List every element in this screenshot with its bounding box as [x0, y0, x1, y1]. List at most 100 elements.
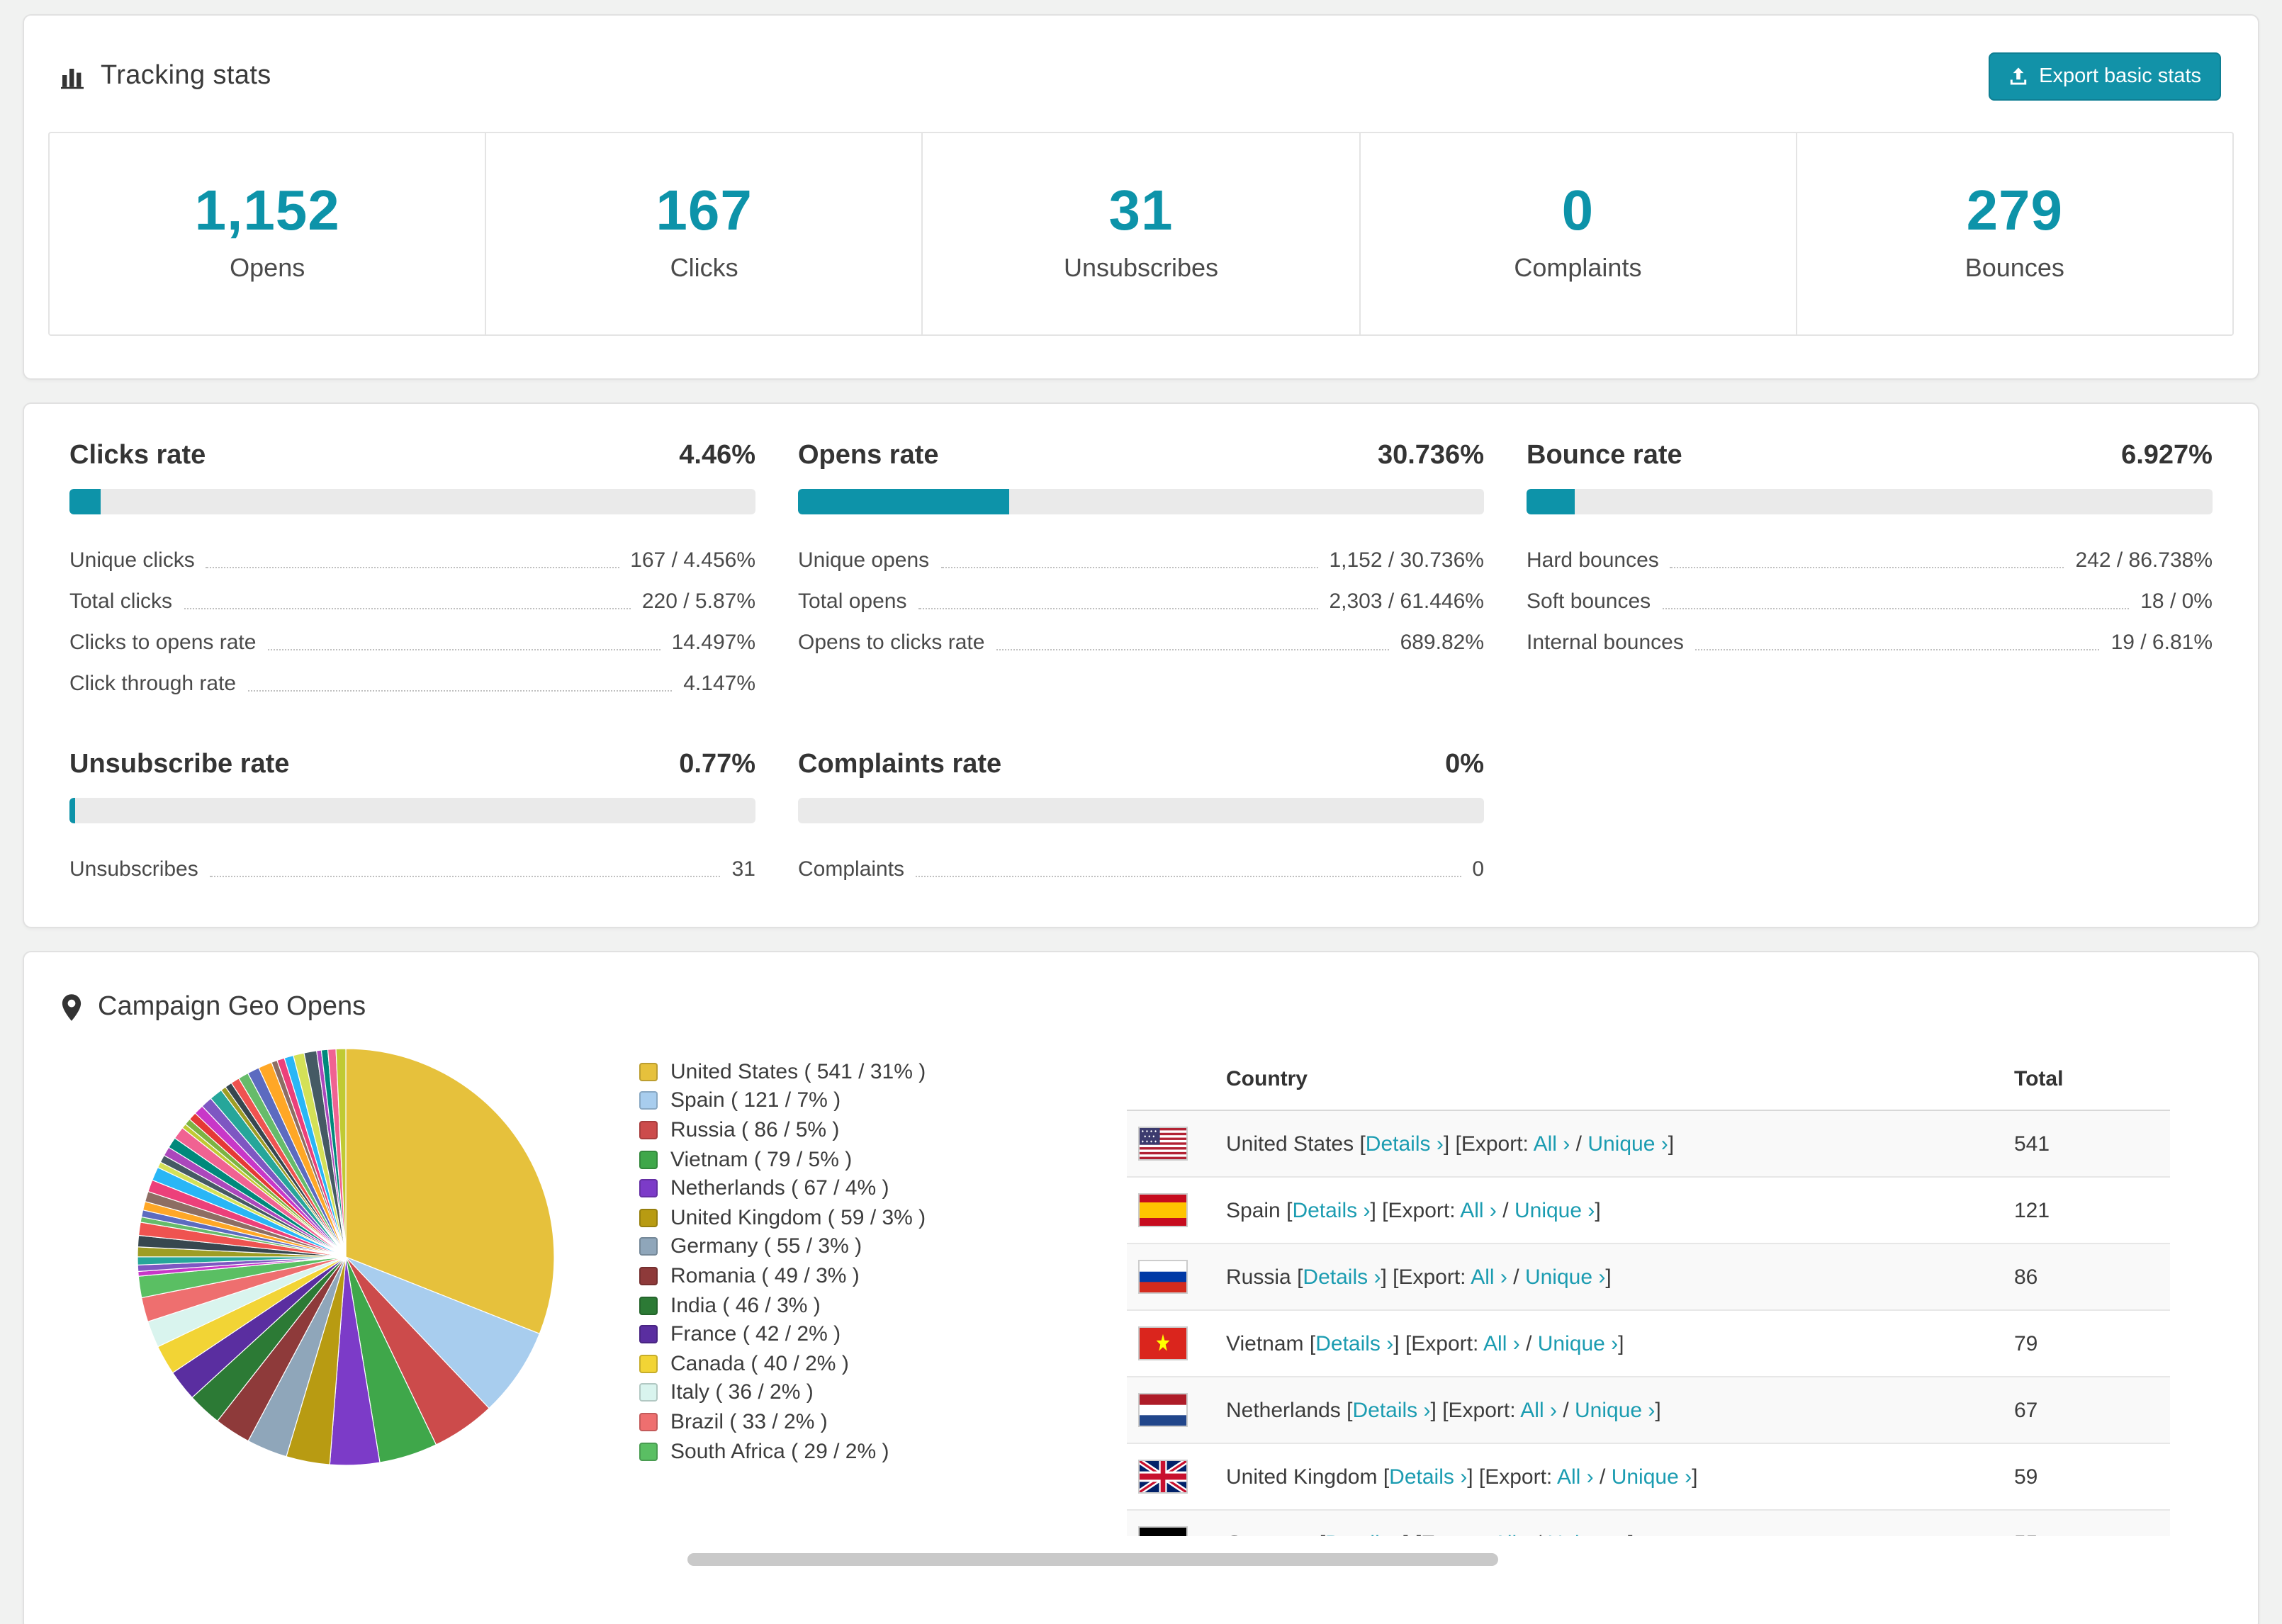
export-unique-link[interactable]: Unique ›: [1548, 1531, 1628, 1536]
legend-label: Germany ( 55 / 3% ): [670, 1234, 862, 1259]
legend-label: United Kingdom ( 59 / 3% ): [670, 1205, 926, 1230]
geo-table-row: Netherlands [Details ›] [Export: All › /…: [1127, 1376, 2170, 1443]
tracking-stats-title-text: Tracking stats: [101, 61, 271, 91]
legend-label: Spain ( 121 / 7% ): [670, 1088, 841, 1113]
legend-label: Brazil ( 33 / 2% ): [670, 1409, 828, 1434]
stat-label: Clicks: [670, 254, 738, 282]
export-unique-link[interactable]: Unique ›: [1612, 1465, 1692, 1489]
rate-detail-label: Hard bounces: [1527, 548, 1659, 573]
stat-value: 0: [1561, 180, 1595, 242]
country-name: United Kingdom: [1226, 1465, 1383, 1489]
rate-block: Unsubscribe rate 0.77% Unsubscribes 31: [69, 750, 755, 884]
stat-clicks: 167 Clicks: [486, 133, 923, 334]
rate-detail-row: Total opens 2,303 / 61.446%: [798, 575, 1484, 616]
details-link[interactable]: Details ›: [1389, 1465, 1467, 1489]
rate-value: 0%: [1445, 750, 1484, 779]
rate-detail-value: 242 / 86.738%: [2075, 548, 2213, 573]
legend-label: Netherlands ( 67 / 4% ): [670, 1176, 889, 1201]
legend-swatch: [639, 1091, 658, 1110]
geo-title-text: Campaign Geo Opens: [98, 992, 366, 1022]
horizontal-scrollbar[interactable]: [687, 1553, 1498, 1566]
rate-detail-row: Unsubscribes 31: [69, 843, 755, 884]
rate-progress-track: [69, 489, 755, 514]
export-unique-link[interactable]: Unique ›: [1514, 1198, 1595, 1222]
details-link[interactable]: Details ›: [1325, 1531, 1403, 1536]
legend-swatch: [639, 1208, 658, 1227]
details-link[interactable]: Details ›: [1366, 1132, 1444, 1156]
stat-bounces: 279 Bounces: [1797, 133, 2232, 334]
country-name: Netherlands: [1226, 1398, 1347, 1422]
rate-title: Complaints rate: [798, 750, 1002, 779]
export-unique-link[interactable]: Unique ›: [1538, 1331, 1618, 1355]
export-prefix: Export:: [1411, 1331, 1479, 1355]
stat-value: 279: [1966, 180, 2064, 242]
stat-label: Complaints: [1514, 254, 1642, 282]
rate-detail-value: 689.82%: [1400, 631, 1484, 655]
export-all-link[interactable]: All ›: [1460, 1198, 1497, 1222]
rate-block: Opens rate 30.736% Unique opens 1,152 / …: [798, 441, 1484, 699]
country-total: 55: [2003, 1509, 2170, 1536]
export-icon: [2009, 67, 2026, 85]
rate-detail-label: Unique clicks: [69, 548, 195, 573]
export-unique-link[interactable]: Unique ›: [1575, 1398, 1655, 1422]
rate-detail-label: Click through rate: [69, 672, 237, 696]
country-name: Spain: [1226, 1198, 1287, 1222]
rate-detail-label: Soft bounces: [1527, 590, 1651, 614]
details-link[interactable]: Details ›: [1303, 1265, 1381, 1289]
dotted-leader: [1662, 608, 2130, 609]
rate-detail-label: Opens to clicks rate: [798, 631, 985, 655]
legend-label: France ( 42 / 2% ): [670, 1322, 841, 1347]
geo-table-row: Spain [Details ›] [Export: All › / Uniqu…: [1127, 1176, 2170, 1244]
export-all-link[interactable]: All ›: [1471, 1265, 1507, 1289]
rate-detail-row: Hard bounces 242 / 86.738%: [1527, 534, 2213, 575]
legend-item: Brazil ( 33 / 2% ): [639, 1407, 958, 1436]
geo-title: Campaign Geo Opens: [24, 952, 2258, 1040]
stats-row: 1,152 Opens 167 Clicks 31 Unsubscribes 0…: [48, 132, 2234, 336]
legend-swatch: [639, 1062, 658, 1081]
legend-item: United States ( 541 / 31% ): [639, 1057, 958, 1086]
stat-value: 31: [1108, 180, 1174, 242]
legend-label: United States ( 541 / 31% ): [670, 1059, 926, 1084]
details-link[interactable]: Details ›: [1352, 1398, 1430, 1422]
export-all-link[interactable]: All ›: [1534, 1132, 1570, 1156]
dotted-leader: [918, 608, 1318, 609]
details-link[interactable]: Details ›: [1315, 1331, 1393, 1355]
export-all-link[interactable]: All ›: [1557, 1465, 1594, 1489]
legend-swatch: [639, 1412, 658, 1431]
rate-block: Clicks rate 4.46% Unique clicks 167 / 4.…: [69, 441, 755, 699]
legend-item: Germany ( 55 / 3% ): [639, 1232, 958, 1261]
rate-detail-label: Complaints: [798, 857, 905, 881]
rate-detail-row: Complaints 0: [798, 843, 1484, 884]
legend-label: Canada ( 40 / 2% ): [670, 1351, 849, 1376]
export-unique-link[interactable]: Unique ›: [1587, 1132, 1668, 1156]
dotted-leader: [940, 567, 1318, 568]
rate-detail-label: Internal bounces: [1527, 631, 1684, 655]
details-link[interactable]: Details ›: [1292, 1198, 1370, 1222]
legend-label: Vietnam ( 79 / 5% ): [670, 1147, 853, 1172]
export-unique-link[interactable]: Unique ›: [1525, 1265, 1605, 1289]
country-total: 541: [2003, 1110, 2170, 1177]
export-basic-stats-button[interactable]: Export basic stats: [1988, 52, 2221, 101]
export-all-link[interactable]: All ›: [1493, 1531, 1530, 1536]
geo-table-row: Russia [Details ›] [Export: All › / Uniq…: [1127, 1243, 2170, 1310]
rate-progress-fill: [1527, 489, 1575, 514]
legend-item: Canada ( 40 / 2% ): [639, 1349, 958, 1378]
legend-label: India ( 46 / 3% ): [670, 1293, 821, 1318]
export-prefix: Export:: [1461, 1132, 1529, 1156]
country-name: Russia: [1226, 1265, 1298, 1289]
geo-table-row: United Kingdom [Details ›] [Export: All …: [1127, 1443, 2170, 1510]
rate-progress-fill: [69, 798, 75, 823]
stat-label: Bounces: [1965, 254, 2064, 282]
dotted-leader: [184, 608, 631, 609]
rate-detail-value: 14.497%: [671, 631, 755, 655]
export-all-link[interactable]: All ›: [1520, 1398, 1557, 1422]
dotted-leader: [247, 690, 673, 692]
export-all-link[interactable]: All ›: [1483, 1331, 1520, 1355]
legend-swatch: [639, 1296, 658, 1315]
rate-detail-row: Click through rate 4.147%: [69, 658, 755, 699]
country-total: 79: [2003, 1309, 2170, 1377]
legend-swatch: [639, 1354, 658, 1373]
geo-table-row: Germany [Details ›] [Export: All › / Uni…: [1127, 1509, 2170, 1536]
legend-item: Vietnam ( 79 / 5% ): [639, 1145, 958, 1174]
rate-detail-row: Clicks to opens rate 14.497%: [69, 616, 755, 658]
